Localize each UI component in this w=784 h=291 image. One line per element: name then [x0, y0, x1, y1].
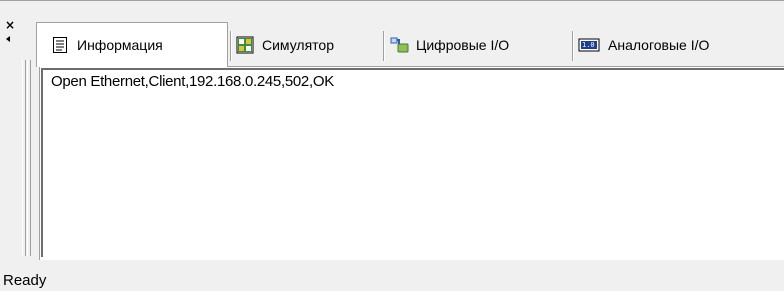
- status-text: Ready: [3, 272, 47, 289]
- tab-analog-io[interactable]: 1.0 Аналоговые I/O: [578, 23, 709, 67]
- tab-separator: [230, 31, 232, 61]
- collapse-arrow-icon[interactable]: [6, 36, 10, 42]
- tab-digital-io-label: Цифровые I/O: [416, 37, 510, 53]
- tab-simulator-label: Симулятор: [262, 37, 334, 53]
- tab-information[interactable]: Информация: [36, 22, 228, 67]
- output-panel: × Информация Симулятор Цифровые I/O 1.0 …: [0, 0, 784, 261]
- simulator-icon: [236, 36, 254, 54]
- analog-io-icon-text: 1.0: [582, 41, 595, 49]
- close-icon[interactable]: ×: [5, 19, 15, 31]
- status-bar: Ready: [0, 261, 784, 291]
- tab-separator: [572, 31, 574, 61]
- tab-analog-io-label: Аналоговые I/O: [608, 37, 710, 53]
- dock-grip-left[interactable]: [22, 60, 26, 256]
- digital-io-icon: [390, 36, 409, 54]
- log-line: Open Ethernet,Client,192.168.0.245,502,O…: [51, 73, 334, 90]
- panel-top-border: [0, 0, 784, 1]
- log-textarea[interactable]: Open Ethernet,Client,192.168.0.245,502,O…: [41, 68, 784, 257]
- analog-io-icon: 1.0: [578, 36, 600, 54]
- dock-grip-right[interactable]: [27, 60, 31, 256]
- tab-separator: [383, 31, 385, 61]
- document-icon: [51, 36, 69, 54]
- tab-information-label: Информация: [77, 37, 163, 53]
- tab-digital-io[interactable]: Цифровые I/O: [390, 23, 509, 67]
- tab-simulator[interactable]: Симулятор: [236, 23, 334, 67]
- tab-bar: Информация Симулятор Цифровые I/O 1.0 Ан…: [36, 22, 784, 67]
